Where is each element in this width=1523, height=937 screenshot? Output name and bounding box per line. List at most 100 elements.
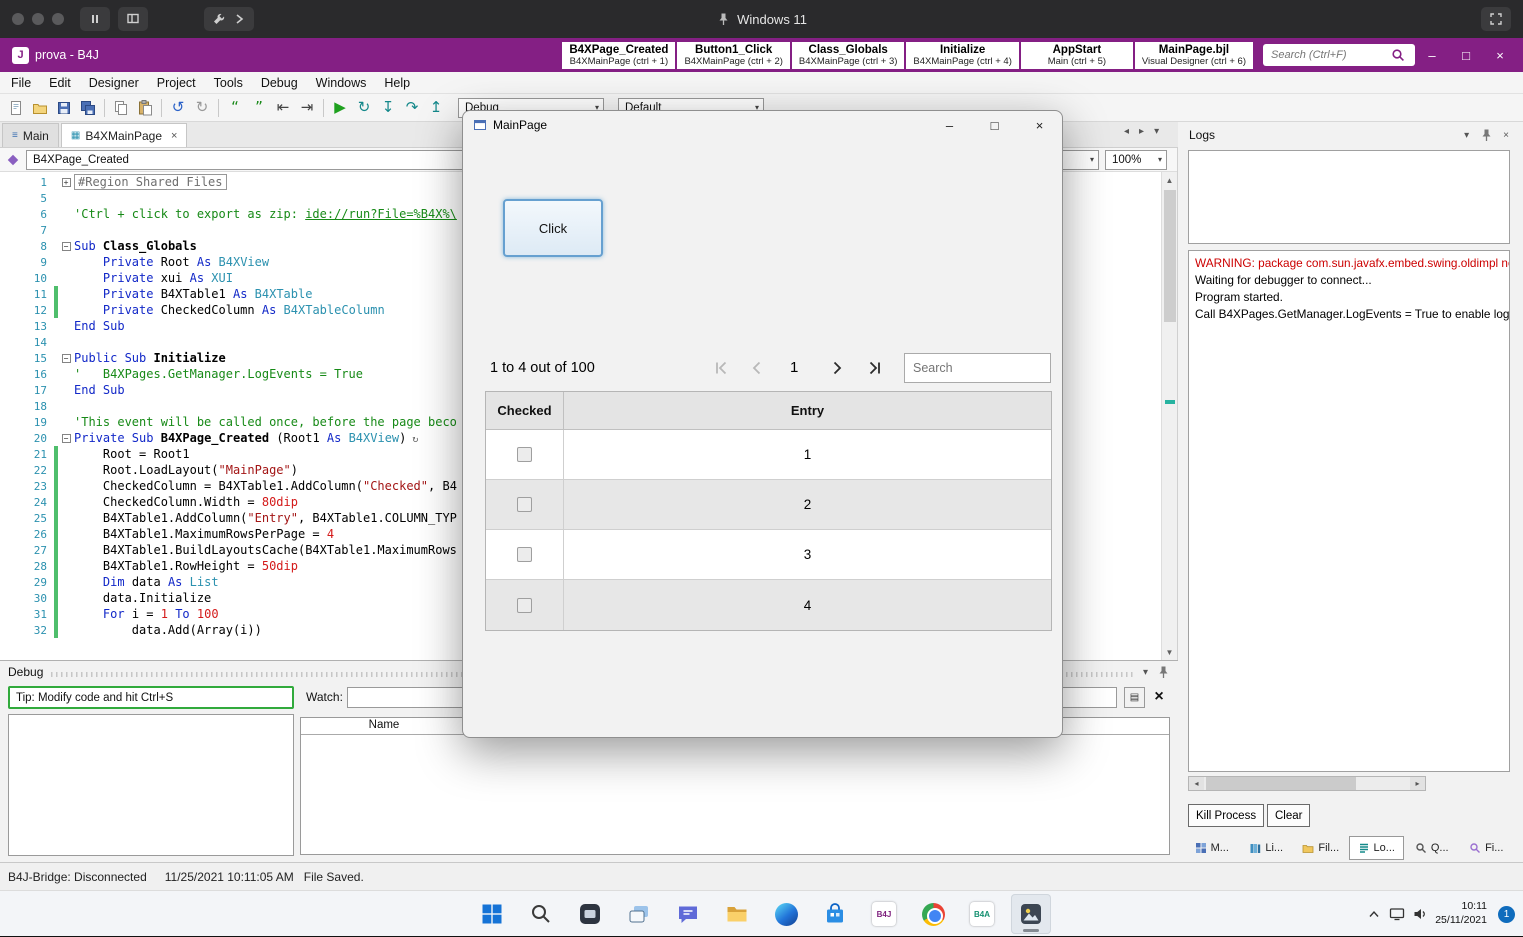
watch-list-button[interactable]: ▤ xyxy=(1124,687,1145,708)
window-close-button[interactable] xyxy=(12,13,24,25)
close-icon[interactable]: × xyxy=(1503,130,1509,141)
save-all-button[interactable] xyxy=(76,96,100,120)
doc-tab-main[interactable]: ≡ Main xyxy=(2,123,59,147)
fold-collapse-icon[interactable]: − xyxy=(61,353,71,363)
row-checkbox[interactable] xyxy=(517,547,532,562)
scroll-up-icon[interactable]: ▲ xyxy=(1162,172,1177,188)
vm-pause-button[interactable] xyxy=(80,7,110,31)
side-panel-tab-q[interactable]: Q... xyxy=(1405,836,1459,860)
side-panel-tab-fi[interactable]: Fi... xyxy=(1460,836,1514,860)
outdent-button[interactable]: ⇤ xyxy=(271,96,295,120)
comment-button[interactable]: “ xyxy=(223,96,247,120)
task-view-icon[interactable] xyxy=(619,894,659,934)
tab-scroll-right-icon[interactable]: ▸ xyxy=(1139,126,1144,137)
step-into-button[interactable]: ↧ xyxy=(376,96,400,120)
side-panel-tab-fil[interactable]: Fil... xyxy=(1294,836,1348,860)
file-explorer-icon[interactable] xyxy=(717,894,757,934)
undo-button[interactable]: ↺ xyxy=(166,96,190,120)
chevron-down-icon[interactable]: ▾ xyxy=(1143,667,1148,678)
side-panel-tab-m[interactable]: M... xyxy=(1185,836,1239,860)
quick-tab-class-globals[interactable]: Class_Globals B4XMainPage (ctrl + 3) xyxy=(791,41,905,69)
clock[interactable]: 10:11 25/11/2021 xyxy=(1435,900,1487,927)
menu-designer[interactable]: Designer xyxy=(80,76,148,90)
side-panel-tab-lo[interactable]: Lo... xyxy=(1348,836,1404,860)
scroll-down-icon[interactable]: ▼ xyxy=(1162,644,1177,660)
step-over-button[interactable]: ↷ xyxy=(400,96,424,120)
copy-button[interactable] xyxy=(109,96,133,120)
uncomment-button[interactable]: ” xyxy=(247,96,271,120)
paste-button[interactable] xyxy=(133,96,157,120)
menu-debug[interactable]: Debug xyxy=(252,76,307,90)
table-row[interactable]: 3 xyxy=(486,530,1051,580)
doc-tab-b4xmainpage[interactable]: ▦ B4XMainPage × xyxy=(60,123,188,147)
notification-badge[interactable]: 1 xyxy=(1498,905,1515,923)
table-row[interactable]: 1 xyxy=(486,430,1051,480)
resume-button[interactable]: ↻ xyxy=(352,96,376,120)
window-zoom-button[interactable] xyxy=(52,13,64,25)
fold-expand-icon[interactable]: + xyxy=(61,177,71,187)
menu-project[interactable]: Project xyxy=(148,76,205,90)
ide-minimize-button[interactable]: – xyxy=(1415,38,1449,72)
app-close-button[interactable]: × xyxy=(1017,111,1062,139)
chrome-icon[interactable] xyxy=(913,894,953,934)
pin-icon[interactable] xyxy=(1479,128,1493,142)
scrollbar-thumb[interactable] xyxy=(1164,190,1176,322)
edge-icon[interactable] xyxy=(766,894,806,934)
menu-windows[interactable]: Windows xyxy=(307,76,376,90)
row-checkbox[interactable] xyxy=(517,447,532,462)
kill-process-button[interactable]: Kill Process xyxy=(1188,804,1265,827)
close-tab-icon[interactable]: × xyxy=(171,130,177,142)
save-button[interactable] xyxy=(52,96,76,120)
zoom-select[interactable]: 100% ▾ xyxy=(1105,149,1167,170)
menu-file[interactable]: File xyxy=(2,76,40,90)
logs-filter-box[interactable] xyxy=(1188,150,1510,244)
open-folder-button[interactable] xyxy=(28,96,52,120)
volume-icon[interactable] xyxy=(1412,906,1428,922)
vm-fullscreen-button[interactable] xyxy=(1481,7,1511,31)
menu-help[interactable]: Help xyxy=(375,76,419,90)
ide-search-input[interactable] xyxy=(1271,49,1391,61)
cast-display-icon[interactable] xyxy=(1389,906,1405,922)
media-app-icon[interactable] xyxy=(1011,894,1051,934)
row-checkbox[interactable] xyxy=(517,497,532,512)
clear-logs-button[interactable]: Clear xyxy=(1267,804,1311,827)
next-page-button[interactable] xyxy=(829,358,849,378)
window-minimize-button[interactable] xyxy=(32,13,44,25)
watch-clear-button[interactable]: × xyxy=(1148,686,1170,708)
logs-horizontal-scrollbar[interactable]: ◂ ▸ xyxy=(1188,776,1426,791)
table-search-input[interactable] xyxy=(904,353,1051,383)
tray-chevron-up-icon[interactable] xyxy=(1366,906,1382,922)
b4a-icon[interactable]: B4A xyxy=(962,894,1002,934)
scroll-right-icon[interactable]: ▸ xyxy=(1410,777,1425,790)
side-panel-tab-li[interactable]: Li... xyxy=(1240,836,1294,860)
tab-list-icon[interactable]: ▾ xyxy=(1154,126,1159,137)
scrollbar-thumb[interactable] xyxy=(1206,777,1356,790)
menu-tools[interactable]: Tools xyxy=(205,76,252,90)
app-maximize-button[interactable]: □ xyxy=(972,111,1017,139)
table-row[interactable]: 2 xyxy=(486,480,1051,530)
step-out-button[interactable]: ↥ xyxy=(424,96,448,120)
chevron-down-icon[interactable]: ▾ xyxy=(1464,130,1469,141)
first-page-button[interactable] xyxy=(713,358,733,378)
quick-tab-b4xpage-created[interactable]: B4XPage_Created B4XMainPage (ctrl + 1) xyxy=(562,41,676,69)
last-page-button[interactable] xyxy=(865,358,885,378)
chat-icon[interactable] xyxy=(668,894,708,934)
vm-layout-button[interactable] xyxy=(118,7,148,31)
log-output[interactable]: WARNING: package com.sun.javafx.embed.sw… xyxy=(1188,250,1510,772)
editor-vertical-scrollbar[interactable]: ▲ ▼ xyxy=(1161,172,1177,660)
pin-icon[interactable] xyxy=(1156,665,1170,679)
new-file-button[interactable] xyxy=(4,96,28,120)
fold-collapse-icon[interactable]: − xyxy=(61,241,71,251)
wrench-icon[interactable] xyxy=(212,12,226,26)
search-icon[interactable] xyxy=(521,894,561,934)
store-icon[interactable] xyxy=(815,894,855,934)
app-minimize-button[interactable]: – xyxy=(927,111,972,139)
quick-tab-mainpage-bjl[interactable]: MainPage.bjl Visual Designer (ctrl + 6) xyxy=(1134,41,1253,69)
scroll-left-icon[interactable]: ◂ xyxy=(1189,777,1204,790)
start-icon[interactable] xyxy=(472,894,512,934)
ide-maximize-button[interactable]: □ xyxy=(1449,38,1483,72)
quick-tab-appstart[interactable]: AppStart Main (ctrl + 5) xyxy=(1020,41,1133,69)
ide-search-box[interactable] xyxy=(1263,44,1415,66)
ide-close-button[interactable]: × xyxy=(1483,38,1517,72)
debug-tip-input[interactable] xyxy=(8,686,294,709)
